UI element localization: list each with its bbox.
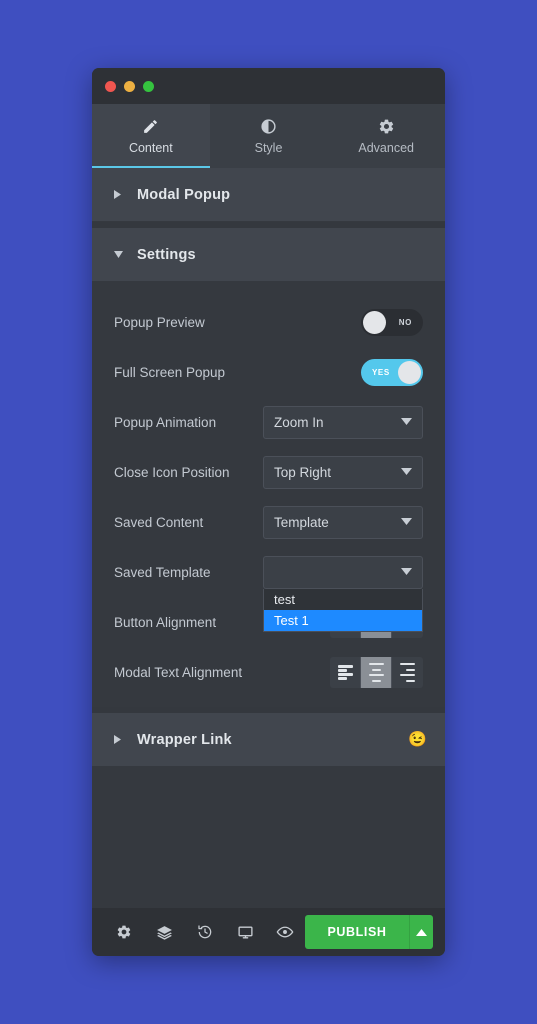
row-modal-text-alignment: Modal Text Alignment (114, 652, 423, 693)
saved-template-options-list: test Test 1 (263, 589, 423, 632)
tab-advanced[interactable]: Advanced (327, 104, 445, 168)
row-close-icon-position: Close Icon Position Top Right (114, 452, 423, 493)
chevron-down-icon (401, 468, 412, 477)
gear-icon (378, 117, 395, 135)
preview-icon[interactable] (265, 908, 305, 956)
saved-content-select[interactable]: Template (263, 506, 423, 539)
popup-preview-state: NO (398, 318, 412, 327)
saved-template-dropdown: test Test 1 (263, 556, 423, 632)
toggle-knob (363, 311, 386, 334)
toggle-knob (398, 361, 421, 384)
section-wrapper-link[interactable]: Wrapper Link 😉 (92, 713, 445, 767)
maximize-window-button[interactable] (143, 80, 154, 92)
minimize-window-button[interactable] (124, 80, 135, 92)
saved-content-value: Template (274, 515, 329, 530)
publish-button[interactable]: PUBLISH (305, 915, 409, 949)
chevron-down-icon (401, 568, 412, 577)
close-icon-position-select[interactable]: Top Right (263, 456, 423, 489)
row-saved-template: Saved Template test Test 1 (114, 552, 423, 632)
tab-content-label: Content (128, 141, 173, 155)
row-saved-content: Saved Content Template (114, 502, 423, 543)
row-popup-preview: Popup Preview NO (114, 302, 423, 343)
tab-style-label: Style (254, 141, 283, 155)
saved-template-label: Saved Template (114, 565, 211, 580)
full-screen-popup-state: YES (372, 368, 390, 377)
popup-preview-toggle[interactable]: NO (361, 309, 423, 336)
tab-advanced-label: Advanced (358, 141, 414, 155)
layers-icon[interactable] (144, 908, 184, 956)
window-titlebar (92, 68, 445, 104)
saved-template-option-test[interactable]: test (264, 589, 422, 610)
publish-options-button[interactable] (408, 915, 433, 949)
editor-panel-window: Content Style Advanced Modal Popup Setti… (92, 68, 445, 956)
modal-text-alignment-label: Modal Text Alignment (114, 665, 243, 680)
close-window-button[interactable] (105, 80, 116, 92)
section-modal-popup-title: Modal Popup (137, 186, 231, 203)
section-settings[interactable]: Settings (92, 228, 445, 282)
option-label: Test 1 (274, 613, 309, 628)
chevron-down-icon (401, 418, 412, 427)
align-center-icon (368, 661, 384, 683)
saved-content-label: Saved Content (114, 515, 204, 530)
popup-animation-label: Popup Animation (114, 415, 217, 430)
chevron-down-icon (401, 518, 412, 527)
settings-panel-body: Popup Preview NO Full Screen Popup YES P… (92, 282, 445, 707)
close-icon-position-label: Close Icon Position (114, 465, 230, 480)
modal-text-alignment-group (330, 657, 423, 688)
chevron-down-icon (114, 251, 124, 258)
row-popup-animation: Popup Animation Zoom In (114, 402, 423, 443)
publish-control: PUBLISH (305, 915, 433, 949)
pencil-icon (142, 117, 159, 135)
popup-preview-label: Popup Preview (114, 315, 205, 330)
popup-animation-value: Zoom In (274, 415, 324, 430)
history-icon[interactable] (185, 908, 225, 956)
row-full-screen-popup: Full Screen Popup YES (114, 352, 423, 393)
section-wrapper-link-title: Wrapper Link (137, 731, 232, 748)
contrast-icon (260, 117, 277, 135)
empty-panel-area (92, 767, 445, 908)
settings-icon[interactable] (104, 908, 144, 956)
tab-content[interactable]: Content (92, 104, 210, 168)
align-right-icon (400, 661, 415, 683)
close-icon-position-value: Top Right (274, 465, 332, 480)
text-align-left[interactable] (330, 657, 361, 688)
chevron-right-icon (114, 735, 124, 744)
saved-template-select[interactable] (263, 556, 423, 589)
saved-template-option-test-1[interactable]: Test 1 (264, 610, 422, 631)
popup-animation-select[interactable]: Zoom In (263, 406, 423, 439)
section-settings-title: Settings (137, 246, 196, 263)
text-align-right[interactable] (392, 657, 423, 688)
winking-face-icon: 😉 (408, 731, 427, 748)
editor-tabs: Content Style Advanced (92, 104, 445, 168)
section-modal-popup[interactable]: Modal Popup (92, 168, 445, 222)
full-screen-popup-toggle[interactable]: YES (361, 359, 423, 386)
option-label: test (274, 592, 295, 607)
responsive-icon[interactable] (225, 908, 265, 956)
tab-style[interactable]: Style (209, 104, 328, 168)
chevron-right-icon (114, 190, 124, 199)
editor-bottom-toolbar: PUBLISH (92, 908, 445, 956)
text-align-center[interactable] (361, 657, 392, 688)
align-left-icon (337, 664, 353, 682)
full-screen-popup-label: Full Screen Popup (114, 365, 226, 380)
